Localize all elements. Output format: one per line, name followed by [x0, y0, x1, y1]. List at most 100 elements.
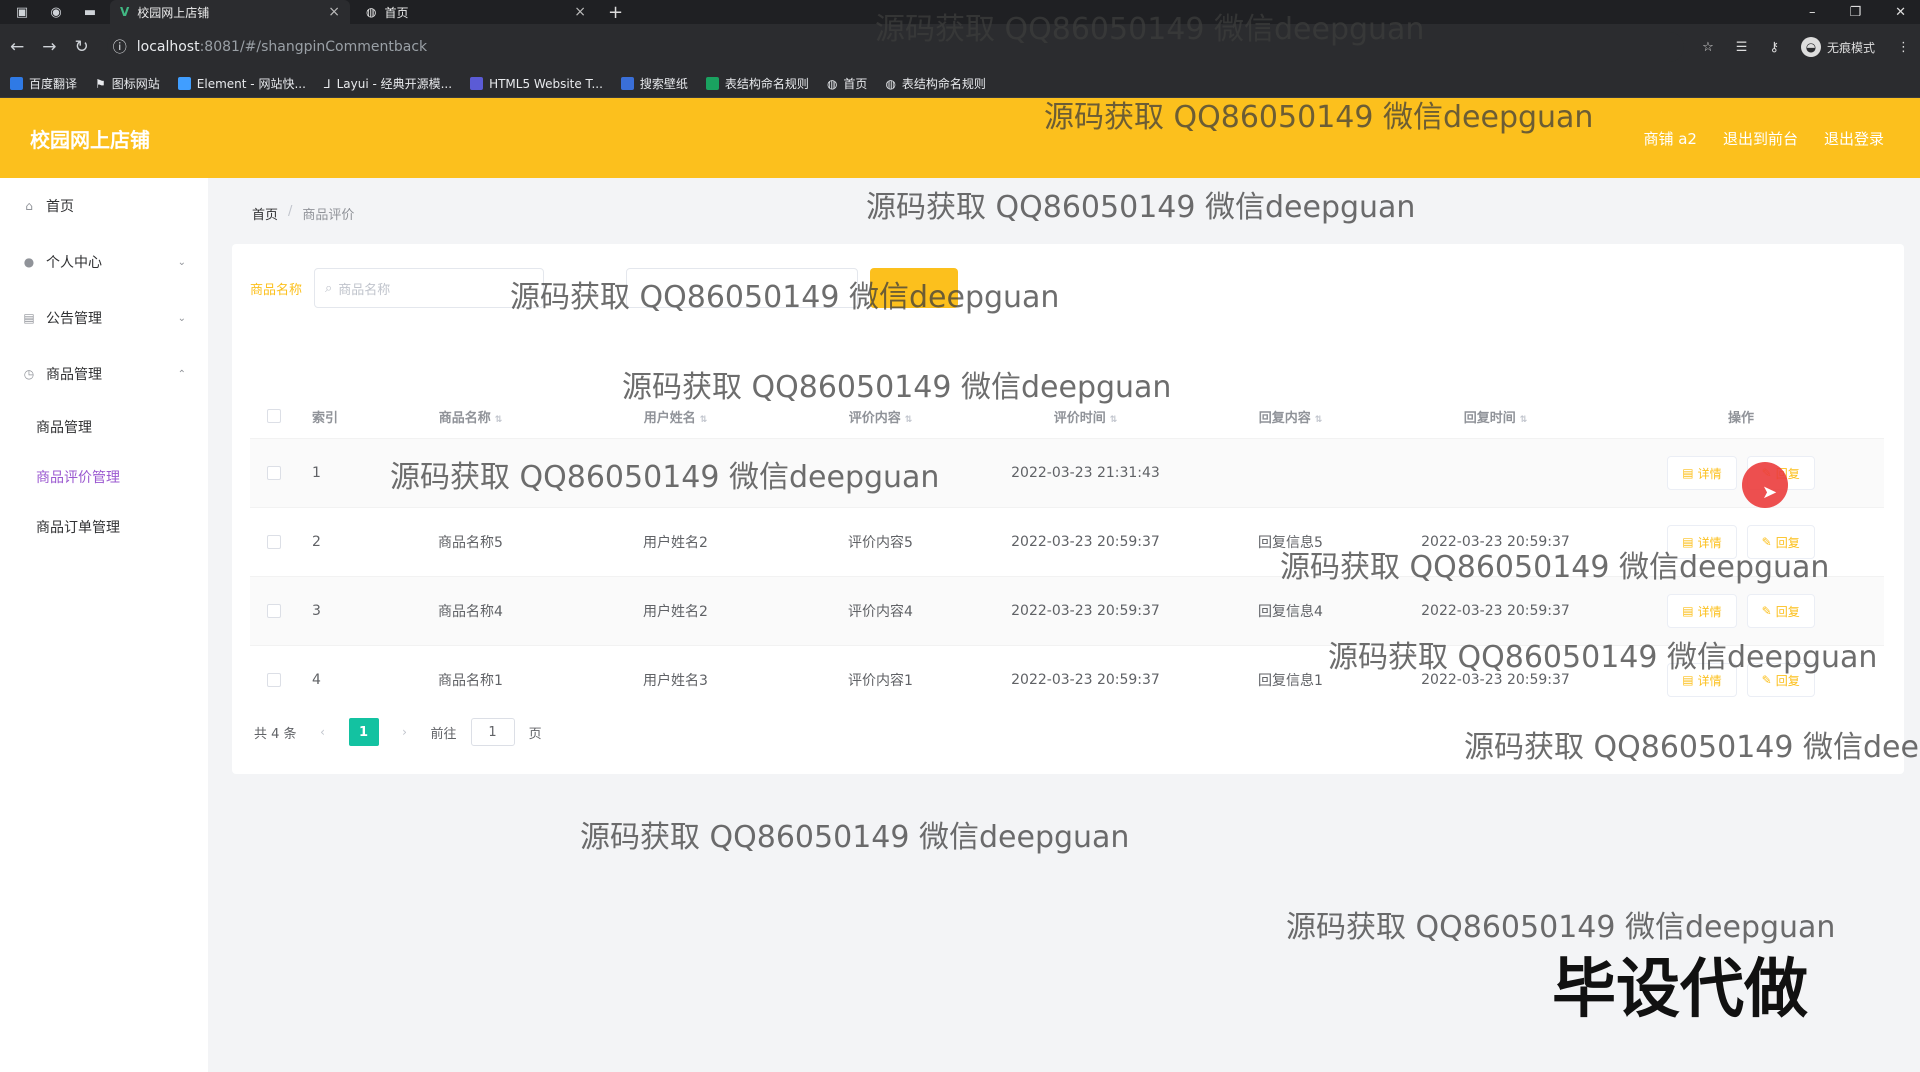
forward-icon[interactable]: →	[42, 37, 56, 57]
bookmark[interactable]: 百度翻译	[10, 75, 77, 92]
chevron-up-icon: ⌃	[177, 368, 186, 380]
chevron-down-icon: ⌄	[177, 312, 186, 324]
detail-button[interactable]: ▤ 详情	[1667, 594, 1737, 628]
incognito-indicator[interactable]: ◒ 无痕模式	[1800, 37, 1875, 57]
sort-icon[interactable]: ⇅	[905, 415, 913, 425]
star-icon[interactable]: ☆	[1702, 40, 1714, 55]
cell-time: 2022-03-23 20:59:37	[1011, 603, 1160, 619]
col-reply-time[interactable]: 回复时间 ⇅	[1393, 407, 1598, 426]
select-all-checkbox[interactable]	[267, 409, 281, 423]
menu-icon[interactable]: ⋮	[1897, 40, 1910, 55]
restore-icon[interactable]: ❐	[1849, 5, 1861, 20]
bookmark[interactable]: HTML5 Website T...	[470, 77, 603, 91]
bookmark[interactable]: ◍ 表结构命名规则	[885, 75, 986, 92]
reading-list-icon[interactable]: ☰	[1736, 40, 1748, 55]
next-page-icon[interactable]: ›	[393, 719, 417, 745]
close-icon[interactable]: ×	[574, 4, 586, 20]
sort-icon[interactable]: ⇅	[700, 415, 708, 425]
cell-content: 评价内容1	[848, 673, 913, 689]
col-goods-name[interactable]: 商品名称 ⇅	[368, 407, 573, 426]
sidebar-item-goods[interactable]: ◷ 商品管理 ⌃	[0, 346, 208, 402]
bookmark[interactable]: ◍ 首页	[827, 75, 868, 92]
user-icon: ●	[23, 255, 35, 269]
cell-index: 3	[312, 603, 321, 619]
new-tab-button[interactable]: +	[608, 2, 623, 23]
layui-icon: ⅃	[323, 76, 331, 91]
bookmark[interactable]: Element - 网站快...	[177, 75, 306, 92]
prev-page-icon[interactable]: ‹	[311, 719, 335, 745]
cell-time: 2022-03-23 20:59:37	[1011, 534, 1160, 550]
sidebar-subitem-goods[interactable]: 商品管理	[0, 402, 208, 452]
back-to-front-link[interactable]: 退出到前台	[1723, 128, 1798, 149]
col-content[interactable]: 评价内容 ⇅	[778, 407, 983, 426]
key-icon[interactable]: ⚷	[1769, 40, 1779, 55]
reply-button[interactable]: ✎回复	[1746, 594, 1815, 628]
logout-link[interactable]: 退出登录	[1824, 128, 1884, 149]
close-window-icon[interactable]: ✕	[1895, 5, 1906, 20]
row-checkbox[interactable]	[267, 535, 281, 549]
chevron-down-icon: ⌄	[177, 256, 186, 268]
sidebar-item-profile[interactable]: ● 个人中心 ⌄	[0, 234, 208, 290]
row-checkbox[interactable]	[267, 604, 281, 618]
wallpaper-icon	[620, 77, 634, 90]
bookmark[interactable]: 搜索壁纸	[620, 75, 688, 92]
edit-icon: ✎	[1761, 604, 1772, 618]
cell-content: 评价内容4	[848, 604, 913, 620]
cell-index: 4	[312, 672, 321, 688]
clock-icon: ◷	[23, 367, 35, 381]
sort-icon[interactable]: ⇅	[1315, 415, 1323, 425]
sort-icon[interactable]: ⇅	[1110, 415, 1118, 425]
document-icon: ▤	[1682, 466, 1694, 480]
col-reply[interactable]: 回复内容 ⇅	[1188, 407, 1393, 426]
translate-icon	[10, 77, 23, 90]
pager-unit-label: 页	[528, 726, 542, 742]
tab-group-icon[interactable]: ▣	[8, 2, 36, 22]
watermark-text: 源码获取 QQ86050149 微信deepguan	[622, 370, 1172, 405]
row-checkbox[interactable]	[267, 673, 281, 687]
document-icon: ▤	[1682, 604, 1694, 618]
window-icon[interactable]: ▬	[76, 2, 104, 22]
sort-icon[interactable]: ⇅	[1520, 415, 1528, 425]
sidebar-subitem-comment[interactable]: 商品评价管理	[0, 452, 208, 502]
bookmark[interactable]: 表结构命名规则	[705, 75, 809, 92]
breadcrumb: 首页 / 商品评价	[252, 204, 354, 223]
pager-goto-input[interactable]: 1	[470, 718, 515, 746]
search-label: 商品名称	[250, 282, 303, 298]
sidebar-subitem-order[interactable]: 商品订单管理	[0, 502, 208, 552]
reload-icon[interactable]: ↻	[75, 37, 89, 57]
close-icon[interactable]: ×	[328, 4, 340, 20]
sidebar-item-label: 公告管理	[46, 311, 102, 327]
window-controls: – ❐ ✕	[1809, 5, 1920, 20]
sidebar-item-label: 商品管理	[46, 367, 102, 383]
cell-user-name: 用户姓名2	[643, 535, 708, 551]
col-user-name[interactable]: 用户姓名 ⇅	[573, 407, 778, 426]
page-number-active[interactable]: 1	[348, 718, 379, 746]
breadcrumb-current: 商品评价	[302, 208, 355, 223]
bookmarks-bar: 百度翻译 ⚑ 图标网站 Element - 网站快... ⅃ Layui - 经典开…	[0, 70, 1920, 98]
pagination: 共 4 条 ‹ 1 › 前往 1 页	[254, 718, 542, 746]
sort-icon[interactable]: ⇅	[495, 415, 503, 425]
sidebar-item-home[interactable]: ⌂ 首页	[0, 178, 208, 234]
sidebar-item-notice[interactable]: ▤ 公告管理 ⌄	[0, 290, 208, 346]
app-header: 校园网上店铺 商铺 a2 退出到前台 退出登录	[0, 98, 1920, 178]
col-time[interactable]: 评价时间 ⇅	[983, 407, 1188, 426]
info-icon[interactable]: ⓘ	[113, 37, 127, 57]
browser-tab[interactable]: ◍ 首页 ×	[356, 0, 596, 24]
bookmark[interactable]: ⚑ 图标网站	[95, 75, 160, 92]
app-title: 校园网上店铺	[30, 127, 150, 152]
detail-button[interactable]: ▤ 详情	[1667, 456, 1737, 490]
chrome-icon[interactable]: ◉	[42, 2, 70, 22]
content-panel: 商品名称 ⌕ 商品名称 索引 商品名称 ⇅ 用户姓名 ⇅ 评价内容 ⇅ 评价时间 ⇅ 回…	[232, 244, 1904, 774]
breadcrumb-home[interactable]: 首页	[252, 204, 278, 223]
browser-tab-active[interactable]: V 校园网上店铺 ×	[110, 0, 350, 24]
cell-goods-name: 商品名称4	[438, 604, 503, 620]
sidebar: ⌂ 首页 ● 个人中心 ⌄ ▤ 公告管理 ⌄ ◷ 商品管理 ⌃ 商品管理 商品评…	[0, 178, 208, 1072]
row-checkbox[interactable]	[267, 466, 281, 480]
globe-icon: ◍	[366, 5, 377, 19]
back-icon[interactable]: ←	[10, 37, 24, 57]
cell-goods-name: 商品名称5	[438, 535, 503, 551]
bookmark[interactable]: ⅃ Layui - 经典开源模...	[324, 75, 452, 92]
mouse-cursor-icon: ➤	[1762, 482, 1778, 503]
minimize-icon[interactable]: –	[1809, 5, 1816, 20]
shop-user-link[interactable]: 商铺 a2	[1643, 128, 1697, 149]
